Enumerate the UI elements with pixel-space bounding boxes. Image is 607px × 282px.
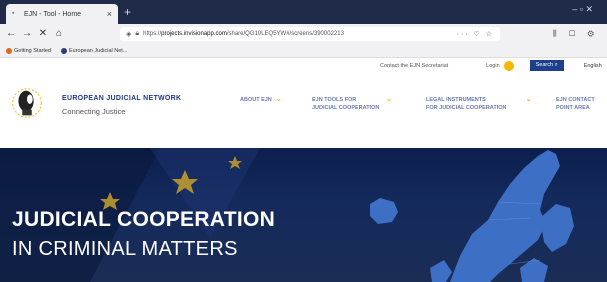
europe-map <box>370 150 574 282</box>
nav-label: EJN CONTACT <box>556 97 595 103</box>
url-bar[interactable]: ◈ 🔒︎ https:// projects.invisionapp.com /… <box>120 27 500 41</box>
bookmarks-bar: Getting Started European Judicial Net... <box>0 44 607 58</box>
nav-label-line2: JUDICIAL COOPERATION <box>312 105 380 111</box>
browser-toolbar: ← → ✕ ⌂ ◈ 🔒︎ https:// projects.invisiona… <box>0 24 607 44</box>
bookmark-label: Getting Started <box>14 47 51 54</box>
nav-label: LEGAL INSTRUMENTS <box>426 97 486 103</box>
bookmark-ejn[interactable]: European Judicial Net... <box>61 47 128 54</box>
nav-label: ABOUT EJN <box>240 97 272 103</box>
url-actions[interactable]: ··· ♡ ☆ <box>457 30 494 38</box>
search-button[interactable]: Search ⌕ <box>529 60 564 71</box>
url-domain: projects.invisionapp.com <box>161 31 227 37</box>
nav-contact-point[interactable]: EJN CONTACT POINT AREA <box>556 96 595 112</box>
hero-title: JUDICIAL COOPERATION <box>12 208 276 231</box>
bookmark-getting-started[interactable]: Getting Started <box>6 47 51 54</box>
stop-icon[interactable]: ✕ <box>38 28 48 40</box>
ejn-logo[interactable] <box>8 84 46 122</box>
browser-tab-strip: ▪ EJN - Tool - Home × + – ▫ ✕ <box>0 0 607 24</box>
site-header: Contact the EJN Secretariat Login Search… <box>0 58 607 148</box>
tab-favicon-icon: ▪ <box>12 10 15 17</box>
home-icon[interactable]: ⌂ <box>54 28 64 40</box>
chevron-down-icon: ⌄ <box>525 96 532 103</box>
url-path: /share/QG10LEQ5YW#/screens/390002213 <box>226 31 344 37</box>
url-prefix: https:// <box>143 31 162 37</box>
globe-icon <box>61 47 67 54</box>
chevron-down-icon: ⌄ <box>275 96 282 103</box>
brand-name: EUROPEAN JUDICIAL NETWORK <box>62 95 182 102</box>
utility-bar: Contact the EJN Secretariat Login Search… <box>380 60 602 71</box>
forward-icon[interactable]: → <box>22 28 32 40</box>
back-icon[interactable]: ← <box>6 28 16 40</box>
language-selector[interactable]: English <box>584 63 602 69</box>
firefox-icon <box>6 47 12 54</box>
login-link[interactable]: Login <box>486 63 499 69</box>
new-tab-icon[interactable]: + <box>124 5 131 19</box>
nav-legal-instruments[interactable]: LEGAL INSTRUMENTS ⌄ FOR JUDICIAL COOPERAT… <box>426 96 532 112</box>
search-icon: ⌕ <box>554 62 558 68</box>
nav-label: EJN TOOLS FOR <box>312 97 357 103</box>
nav-label-line2: FOR JUDICIAL COOPERATION <box>426 105 507 111</box>
tab-close-icon[interactable]: × <box>107 9 112 19</box>
nav-label-line2: POINT AREA <box>556 105 590 111</box>
brand-tagline: Connecting Justice <box>62 107 126 116</box>
bookmark-label: European Judicial Net... <box>69 47 128 54</box>
lock-icon: 🔒︎ <box>135 30 140 37</box>
tab-title: EJN - Tool - Home <box>24 10 82 18</box>
contact-link[interactable]: Contact the EJN Secretariat <box>380 63 448 69</box>
toolbar-icons[interactable]: ⫼ ▢ ⚙ <box>553 29 599 39</box>
user-icon[interactable] <box>503 60 514 71</box>
search-label: Search <box>535 62 554 68</box>
hero-banner: JUDICIAL COOPERATION IN CRIMINAL MATTERS <box>0 148 607 282</box>
hero-subtitle: IN CRIMINAL MATTERS <box>12 238 238 260</box>
nav-about-ejn[interactable]: ABOUT EJN ⌄ <box>240 96 282 104</box>
chevron-down-icon: ⌄ <box>386 96 393 103</box>
nav-ejn-tools[interactable]: EJN TOOLS FOR ⌄ JUDICIAL COOPERATION <box>312 96 392 112</box>
window-controls[interactable]: – ▫ ✕ <box>572 4 593 15</box>
shield-icon: ◈ <box>126 31 132 38</box>
browser-tab[interactable]: ▪ EJN - Tool - Home × <box>6 4 118 24</box>
